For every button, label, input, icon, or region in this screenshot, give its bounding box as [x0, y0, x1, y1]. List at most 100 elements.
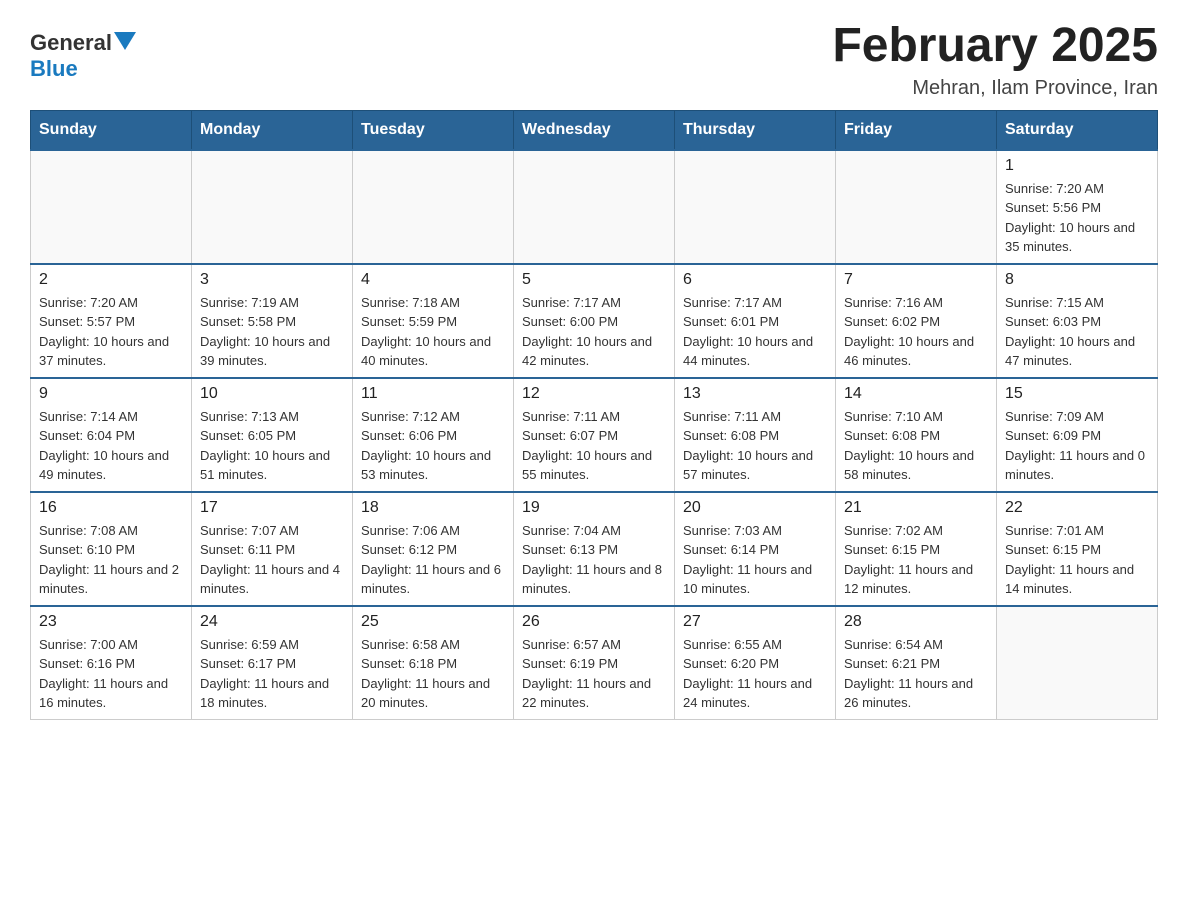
table-row	[836, 150, 997, 264]
table-row: 2 Sunrise: 7:20 AMSunset: 5:57 PMDaylight…	[31, 264, 192, 378]
table-row: 15Sunrise: 7:09 AMSunset: 6:09 PMDayligh…	[997, 378, 1158, 492]
title-block: February 2025 Mehran, Ilam Province, Ira…	[832, 20, 1158, 100]
table-row: 4Sunrise: 7:18 AMSunset: 5:59 PMDaylight…	[353, 264, 514, 378]
day-info: Sunrise: 6:54 AMSunset: 6:21 PMDaylight:…	[844, 635, 988, 713]
day-number: 10	[200, 385, 344, 403]
day-info: Sunrise: 7:20 AMSunset: 5:56 PMDaylight:…	[1005, 179, 1149, 257]
calendar-subtitle: Mehran, Ilam Province, Iran	[832, 77, 1158, 100]
day-number: 25	[361, 613, 505, 631]
day-info: Sunrise: 7:06 AMSunset: 6:12 PMDaylight:…	[361, 521, 505, 599]
header-sunday: Sunday	[31, 110, 192, 150]
table-row	[31, 150, 192, 264]
calendar-week-row: 2 Sunrise: 7:20 AMSunset: 5:57 PMDaylight…	[31, 264, 1158, 378]
day-info: Sunrise: 7:14 AMSunset: 6:04 PMDaylight:…	[39, 407, 183, 485]
header-monday: Monday	[192, 110, 353, 150]
day-number: 20	[683, 499, 827, 517]
day-info: Sunrise: 7:16 AMSunset: 6:02 PMDaylight:…	[844, 293, 988, 371]
table-row: 16 Sunrise: 7:08 AMSunset: 6:10 PMDayligh…	[31, 492, 192, 606]
table-row: 21Sunrise: 7:02 AMSunset: 6:15 PMDayligh…	[836, 492, 997, 606]
table-row: 19 Sunrise: 7:04 AMSunset: 6:13 PMDayligh…	[514, 492, 675, 606]
day-number: 1	[1005, 157, 1149, 175]
day-info: Sunrise: 6:59 AMSunset: 6:17 PMDaylight:…	[200, 635, 344, 713]
day-number: 27	[683, 613, 827, 631]
day-info: Sunrise: 7:07 AMSunset: 6:11 PMDaylight:…	[200, 521, 344, 599]
day-number: 19	[522, 499, 666, 517]
day-number: 3	[200, 271, 344, 289]
page-header: General Blue February 2025 Mehran, Ilam …	[30, 20, 1158, 100]
day-number: 23	[39, 613, 183, 631]
day-number: 18	[361, 499, 505, 517]
day-number: 9	[39, 385, 183, 403]
table-row: 14Sunrise: 7:10 AMSunset: 6:08 PMDayligh…	[836, 378, 997, 492]
day-info: Sunrise: 7:15 AMSunset: 6:03 PMDaylight:…	[1005, 293, 1149, 371]
table-row: 18 Sunrise: 7:06 AMSunset: 6:12 PMDayligh…	[353, 492, 514, 606]
table-row: 7 Sunrise: 7:16 AMSunset: 6:02 PMDaylight…	[836, 264, 997, 378]
table-row: 1 Sunrise: 7:20 AMSunset: 5:56 PMDaylight…	[997, 150, 1158, 264]
header-friday: Friday	[836, 110, 997, 150]
table-row: 5 Sunrise: 7:17 AMSunset: 6:00 PMDaylight…	[514, 264, 675, 378]
day-number: 16	[39, 499, 183, 517]
calendar-week-row: 1 Sunrise: 7:20 AMSunset: 5:56 PMDaylight…	[31, 150, 1158, 264]
day-info: Sunrise: 7:18 AMSunset: 5:59 PMDaylight:…	[361, 293, 505, 371]
table-row	[514, 150, 675, 264]
day-info: Sunrise: 7:01 AMSunset: 6:15 PMDaylight:…	[1005, 521, 1149, 599]
logo-general-text: General	[30, 30, 112, 56]
day-number: 14	[844, 385, 988, 403]
day-info: Sunrise: 6:55 AMSunset: 6:20 PMDaylight:…	[683, 635, 827, 713]
day-number: 22	[1005, 499, 1149, 517]
day-info: Sunrise: 7:13 AMSunset: 6:05 PMDaylight:…	[200, 407, 344, 485]
table-row: 13Sunrise: 7:11 AMSunset: 6:08 PMDayligh…	[675, 378, 836, 492]
day-info: Sunrise: 6:58 AMSunset: 6:18 PMDaylight:…	[361, 635, 505, 713]
table-row: 10 Sunrise: 7:13 AMSunset: 6:05 PMDayligh…	[192, 378, 353, 492]
table-row	[353, 150, 514, 264]
day-number: 7	[844, 271, 988, 289]
calendar-week-row: 9 Sunrise: 7:14 AMSunset: 6:04 PMDaylight…	[31, 378, 1158, 492]
day-info: Sunrise: 7:20 AMSunset: 5:57 PMDaylight:…	[39, 293, 183, 371]
day-number: 12	[522, 385, 666, 403]
logo-blue-text: Blue	[30, 56, 78, 81]
day-info: Sunrise: 7:00 AMSunset: 6:16 PMDaylight:…	[39, 635, 183, 713]
day-info: Sunrise: 7:11 AMSunset: 6:07 PMDaylight:…	[522, 407, 666, 485]
table-row: 17 Sunrise: 7:07 AMSunset: 6:11 PMDayligh…	[192, 492, 353, 606]
calendar-week-row: 23 Sunrise: 7:00 AMSunset: 6:16 PMDayligh…	[31, 606, 1158, 720]
day-info: Sunrise: 7:19 AMSunset: 5:58 PMDaylight:…	[200, 293, 344, 371]
day-number: 17	[200, 499, 344, 517]
table-row: 26Sunrise: 6:57 AMSunset: 6:19 PMDayligh…	[514, 606, 675, 720]
day-number: 13	[683, 385, 827, 403]
logo-arrow-icon	[114, 32, 136, 50]
day-number: 28	[844, 613, 988, 631]
table-row: 11 Sunrise: 7:12 AMSunset: 6:06 PMDayligh…	[353, 378, 514, 492]
table-row: 28 Sunrise: 6:54 AMSunset: 6:21 PMDayligh…	[836, 606, 997, 720]
header-saturday: Saturday	[997, 110, 1158, 150]
table-row: 22 Sunrise: 7:01 AMSunset: 6:15 PMDayligh…	[997, 492, 1158, 606]
table-row: 25 Sunrise: 6:58 AMSunset: 6:18 PMDayligh…	[353, 606, 514, 720]
day-number: 8	[1005, 271, 1149, 289]
day-info: Sunrise: 6:57 AMSunset: 6:19 PMDaylight:…	[522, 635, 666, 713]
day-info: Sunrise: 7:09 AMSunset: 6:09 PMDaylight:…	[1005, 407, 1149, 485]
table-row: 20 Sunrise: 7:03 AMSunset: 6:14 PMDayligh…	[675, 492, 836, 606]
table-row: 12 Sunrise: 7:11 AMSunset: 6:07 PMDayligh…	[514, 378, 675, 492]
table-row: 3 Sunrise: 7:19 AMSunset: 5:58 PMDaylight…	[192, 264, 353, 378]
day-number: 11	[361, 385, 505, 403]
day-info: Sunrise: 7:02 AMSunset: 6:15 PMDaylight:…	[844, 521, 988, 599]
calendar-table: Sunday Monday Tuesday Wednesday Thursday…	[30, 110, 1158, 720]
header-wednesday: Wednesday	[514, 110, 675, 150]
table-row: 9 Sunrise: 7:14 AMSunset: 6:04 PMDaylight…	[31, 378, 192, 492]
day-number: 6	[683, 271, 827, 289]
day-info: Sunrise: 7:04 AMSunset: 6:13 PMDaylight:…	[522, 521, 666, 599]
table-row: 23 Sunrise: 7:00 AMSunset: 6:16 PMDayligh…	[31, 606, 192, 720]
day-number: 24	[200, 613, 344, 631]
header-tuesday: Tuesday	[353, 110, 514, 150]
calendar-title: February 2025	[832, 20, 1158, 73]
day-info: Sunrise: 7:03 AMSunset: 6:14 PMDaylight:…	[683, 521, 827, 599]
day-info: Sunrise: 7:12 AMSunset: 6:06 PMDaylight:…	[361, 407, 505, 485]
day-info: Sunrise: 7:17 AMSunset: 6:00 PMDaylight:…	[522, 293, 666, 371]
day-info: Sunrise: 7:08 AMSunset: 6:10 PMDaylight:…	[39, 521, 183, 599]
table-row	[192, 150, 353, 264]
logo: General Blue	[30, 20, 136, 82]
calendar-header-row: Sunday Monday Tuesday Wednesday Thursday…	[31, 110, 1158, 150]
day-number: 2	[39, 271, 183, 289]
table-row: 27 Sunrise: 6:55 AMSunset: 6:20 PMDayligh…	[675, 606, 836, 720]
day-number: 5	[522, 271, 666, 289]
table-row	[675, 150, 836, 264]
